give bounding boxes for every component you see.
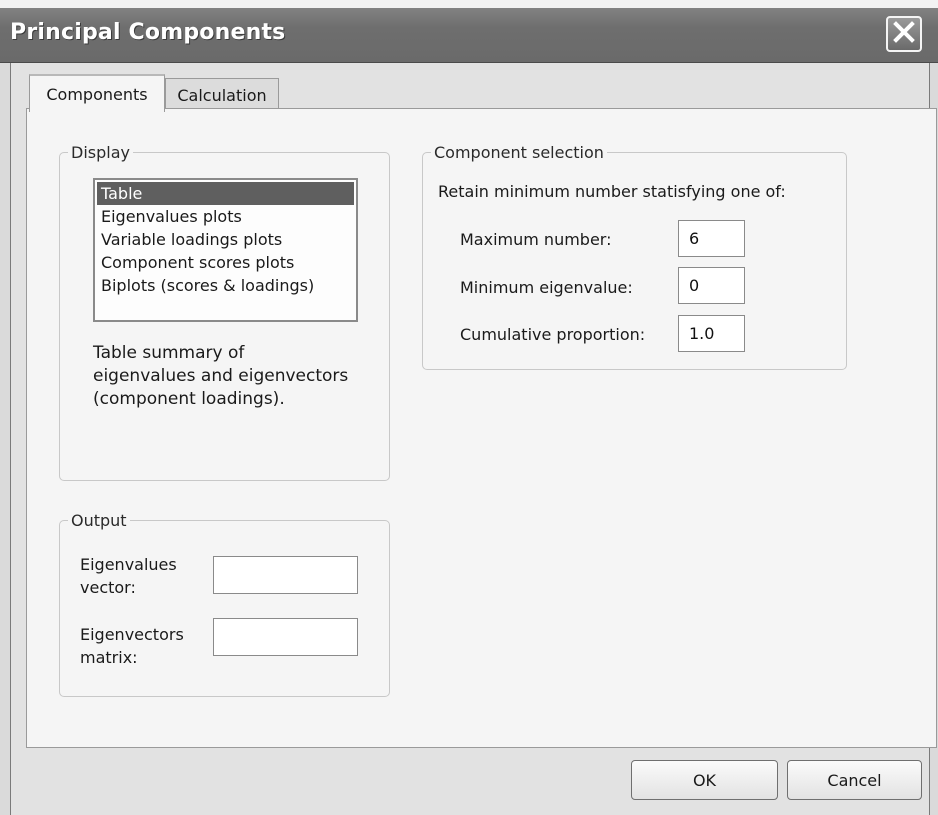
display-description: Table summary of eigenvalues and eigenve… [93, 342, 383, 411]
eigenvalues-vector-label: Eigenvalues vector: [80, 553, 177, 599]
eigenvectors-matrix-input[interactable] [213, 618, 358, 656]
window-title: Principal Components [10, 20, 286, 45]
tab-calculation-label: Calculation [177, 86, 267, 105]
principal-components-dialog: Principal Components Calculation Compone… [0, 0, 938, 815]
output-group: Output [59, 511, 390, 697]
title-bar-top-strip [0, 0, 938, 8]
description-line: (component loadings). [93, 389, 285, 409]
close-icon [891, 19, 917, 49]
eigenvectors-matrix-label: Eigenvectors matrix: [80, 623, 184, 669]
components-tab-panel: Display Table Eigenvalues plots Variable… [26, 108, 937, 748]
display-legend: Display [71, 143, 130, 162]
list-item-component-scores-plots[interactable]: Component scores plots [97, 251, 354, 274]
cumulative-proportion-input[interactable] [678, 315, 745, 352]
description-line: eigenvalues and eigenvectors [93, 366, 349, 386]
maximum-number-label: Maximum number: [460, 230, 612, 249]
minimum-eigenvalue-label: Minimum eigenvalue: [460, 278, 633, 297]
ok-button[interactable]: OK [631, 760, 778, 800]
close-button[interactable] [886, 16, 922, 52]
eigenvalues-label-line: vector: [80, 578, 136, 597]
retain-instruction: Retain minimum number statisfying one of… [438, 182, 786, 201]
eigenvectors-label-line: Eigenvectors [80, 625, 184, 644]
eigenvalues-label-line: Eigenvalues [80, 555, 177, 574]
maximum-number-input[interactable] [678, 220, 745, 257]
eigenvectors-label-line: matrix: [80, 648, 138, 667]
tab-calculation[interactable]: Calculation [165, 78, 279, 112]
title-bar[interactable]: Principal Components [0, 0, 938, 63]
list-item-eigenvalues-plots[interactable]: Eigenvalues plots [97, 205, 354, 228]
display-listbox[interactable]: Table Eigenvalues plots Variable loading… [93, 178, 358, 322]
tab-components-label: Components [46, 84, 148, 104]
description-line: Table summary of [93, 343, 245, 363]
tab-components[interactable]: Components [29, 74, 165, 112]
component-selection-legend: Component selection [434, 143, 604, 162]
list-item-variable-loadings-plots[interactable]: Variable loadings plots [97, 228, 354, 251]
minimum-eigenvalue-input[interactable] [678, 267, 745, 304]
dialog-client-area: Calculation Components Display Table Eig… [10, 63, 937, 815]
ok-button-label: OK [692, 770, 717, 790]
list-item-biplots[interactable]: Biplots (scores & loadings) [97, 274, 354, 297]
cancel-button[interactable]: Cancel [787, 760, 922, 800]
cancel-button-label: Cancel [827, 770, 882, 790]
output-legend: Output [71, 511, 127, 530]
eigenvalues-vector-input[interactable] [213, 556, 358, 594]
list-item-table[interactable]: Table [97, 182, 354, 205]
cumulative-proportion-label: Cumulative proportion: [460, 325, 646, 344]
